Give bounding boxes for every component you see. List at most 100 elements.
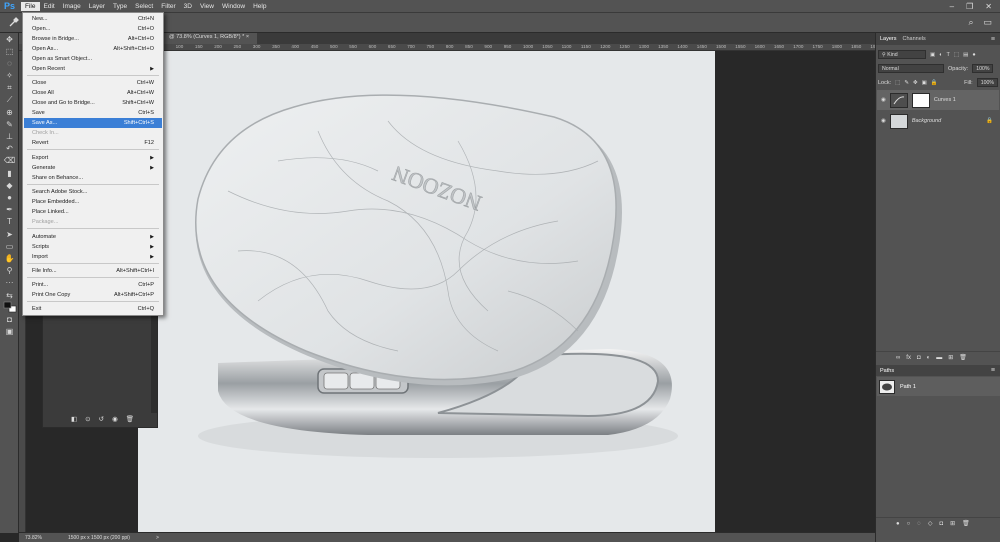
filter-kind-select[interactable]: ⚲ Kind xyxy=(878,50,926,59)
minimize-icon[interactable]: – xyxy=(950,2,954,11)
menu-window[interactable]: Window xyxy=(218,2,249,11)
swap-colors-icon[interactable]: ⇆ xyxy=(0,289,19,301)
tab-layers[interactable]: Layers xyxy=(880,36,897,42)
menu-item-new[interactable]: New... Ctrl+N xyxy=(24,14,162,24)
menu-3d[interactable]: 3D xyxy=(180,2,196,11)
menu-item-generate[interactable]: Generate ▶ xyxy=(24,163,162,173)
lock-pixels-icon[interactable]: ⬚ xyxy=(895,80,900,86)
menu-item-revert[interactable]: Revert F12 xyxy=(24,138,162,148)
menu-item-search-adobe-stock[interactable]: Search Adobe Stock... xyxy=(24,187,162,197)
menu-item-place-embedded[interactable]: Place Embedded... xyxy=(24,197,162,207)
menu-item-close-all[interactable]: Close All Alt+Ctrl+W xyxy=(24,88,162,98)
close-icon[interactable]: ✕ xyxy=(985,2,992,11)
make-path-icon[interactable]: ◇ xyxy=(928,520,933,527)
panel-menu-icon[interactable]: ≡ xyxy=(991,36,1000,43)
menu-item-file-info[interactable]: File Info... Alt+Shift+Ctrl+I xyxy=(24,266,162,276)
layer-mask-thumbnail[interactable] xyxy=(911,92,930,108)
layer-row[interactable]: ◉ Curves 1 xyxy=(877,90,999,110)
screen-mode-icon[interactable]: ▣ xyxy=(0,326,19,338)
shape-tool-icon[interactable]: ▭ xyxy=(0,240,19,252)
new-layer-icon[interactable]: ⊞ xyxy=(948,354,953,361)
menu-item-print-one-copy[interactable]: Print One Copy Alt+Shift+Ctrl+P xyxy=(24,290,162,300)
add-mask-icon[interactable]: ◘ xyxy=(917,355,921,361)
zoom-tool-icon[interactable]: ⚲ xyxy=(0,265,19,277)
status-arrow[interactable]: > xyxy=(156,535,159,541)
filter-pixel-icon[interactable]: ▣ xyxy=(930,52,935,58)
workspace-icon[interactable]: ▭ xyxy=(983,17,992,28)
layer-name[interactable]: Background xyxy=(912,118,941,124)
lock-artboard-icon[interactable]: ▣ xyxy=(922,80,927,86)
menu-item-share-on-behance[interactable]: Share on Behance... xyxy=(24,173,162,183)
menu-select[interactable]: Select xyxy=(131,2,157,11)
filter-toggle-icon[interactable]: ● xyxy=(972,52,975,58)
fill-input[interactable]: 100% xyxy=(976,78,998,87)
marquee-tool-icon[interactable]: ⬚ xyxy=(0,45,19,57)
load-selection-icon[interactable]: ◌ xyxy=(917,521,921,527)
filter-adjust-icon[interactable]: ◐ xyxy=(939,52,942,58)
adjustment-icon[interactable]: ◐ xyxy=(927,355,931,361)
lock-position-icon[interactable]: ✥ xyxy=(913,80,918,86)
menu-item-close[interactable]: Close Ctrl+W xyxy=(24,78,162,88)
menu-item-browse-in-bridge[interactable]: Browse in Bridge... Alt+Ctrl+O xyxy=(24,34,162,44)
pen-tool-icon[interactable]: ✒ xyxy=(0,204,19,216)
menu-item-export[interactable]: Export ▶ xyxy=(24,153,162,163)
color-swatches[interactable] xyxy=(0,301,19,313)
lock-all-icon[interactable]: 🔒 xyxy=(931,80,938,86)
menu-view[interactable]: View xyxy=(196,2,218,11)
restore-icon[interactable]: ❐ xyxy=(966,2,973,11)
menu-item-automate[interactable]: Automate ▶ xyxy=(24,232,162,242)
path-selection-icon[interactable]: ➤ xyxy=(0,228,19,240)
lasso-tool-icon[interactable]: ◌ xyxy=(0,57,19,69)
menu-file[interactable]: File xyxy=(21,1,40,11)
menu-edit[interactable]: Edit xyxy=(40,2,59,11)
menu-item-open-smart-object[interactable]: Open as Smart Object... xyxy=(24,54,162,64)
stroke-path-icon[interactable]: ○ xyxy=(907,521,911,527)
menu-image[interactable]: Image xyxy=(59,2,85,11)
blur-tool-icon[interactable]: ◆ xyxy=(0,179,19,191)
new-path-icon[interactable]: ⊞ xyxy=(950,520,955,527)
lock-paint-icon[interactable]: ✎ xyxy=(904,80,909,86)
magic-wand-tool-icon[interactable]: ✧ xyxy=(0,70,19,82)
history-brush-icon[interactable]: ↶ xyxy=(0,143,19,155)
path-name[interactable]: Path 1 xyxy=(900,384,916,390)
filter-type-icon[interactable]: T xyxy=(947,52,950,58)
menu-item-exit[interactable]: Exit Ctrl+Q xyxy=(24,304,162,314)
quick-mask-icon[interactable]: ◘ xyxy=(0,313,19,325)
blend-mode-select[interactable]: Normal xyxy=(878,64,944,73)
visibility-eye-icon[interactable]: ◉ xyxy=(881,97,886,103)
menu-item-close-and-go-to-bridge[interactable]: Close and Go to Bridge... Shift+Ctrl+W xyxy=(24,98,162,108)
layer-name[interactable]: Curves 1 xyxy=(934,97,956,103)
opacity-input[interactable]: 100% xyxy=(972,64,994,73)
zoom-level[interactable]: 73.82% xyxy=(25,535,42,541)
document-canvas[interactable]: NOZOON xyxy=(138,51,715,532)
crop-tool-icon[interactable]: ⌗ xyxy=(0,82,19,94)
fx-icon[interactable]: fx xyxy=(906,355,911,361)
panel-scrollbar[interactable] xyxy=(151,313,157,413)
panel-menu-icon[interactable]: ≡ xyxy=(991,367,1000,374)
eyedropper-icon[interactable]: ⟋ xyxy=(0,94,19,106)
brush-tool-icon[interactable]: ✎ xyxy=(0,118,19,130)
trash-icon[interactable]: 🗑 xyxy=(126,415,134,423)
delete-layer-icon[interactable]: 🗑 xyxy=(959,354,967,361)
menu-filter[interactable]: Filter xyxy=(157,2,179,11)
menu-item-open-recent[interactable]: Open Recent ▶ xyxy=(24,64,162,74)
group-icon[interactable]: ▬ xyxy=(936,355,942,361)
search-icon[interactable]: ⌕ xyxy=(968,17,973,28)
delete-path-icon[interactable]: 🗑 xyxy=(962,520,970,527)
visibility-icon[interactable]: ◉ xyxy=(112,415,118,423)
menu-item-open-as[interactable]: Open As... Alt+Shift+Ctrl+O xyxy=(24,44,162,54)
new-doc-icon[interactable]: ↺ xyxy=(99,415,104,423)
type-tool-icon[interactable]: T xyxy=(0,216,19,228)
fill-path-icon[interactable]: ● xyxy=(896,521,900,527)
gradient-tool-icon[interactable]: ▮ xyxy=(0,167,19,179)
filter-smart-icon[interactable]: ▤ xyxy=(963,52,968,58)
add-mask-icon[interactable]: ◘ xyxy=(939,521,943,527)
path-row[interactable]: Path 1 xyxy=(877,377,1000,396)
menu-type[interactable]: Type xyxy=(109,2,131,11)
menu-item-scripts[interactable]: Scripts ▶ xyxy=(24,242,162,252)
link-layers-icon[interactable]: ∞ xyxy=(896,355,900,361)
menu-item-save[interactable]: Save Ctrl+S xyxy=(24,108,162,118)
tab-paths[interactable]: Paths xyxy=(880,368,894,374)
menu-item-place-linked[interactable]: Place Linked... xyxy=(24,207,162,217)
camera-icon[interactable]: ⊙ xyxy=(85,415,90,423)
